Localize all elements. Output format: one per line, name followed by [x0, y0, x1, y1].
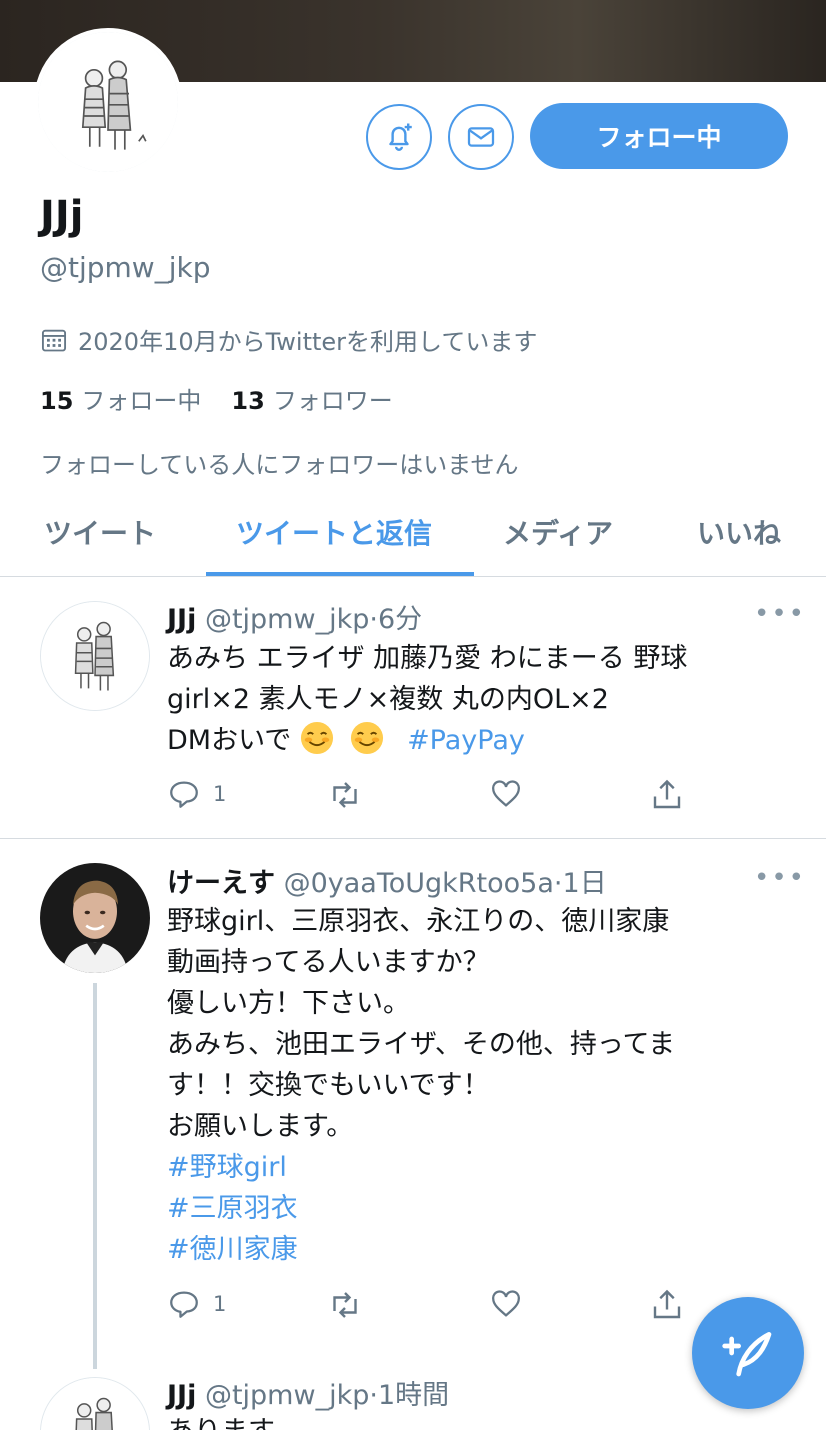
tweet-avatar[interactable] [40, 1377, 150, 1430]
reply-button[interactable]: 1 [167, 777, 226, 811]
tweet-author-handle[interactable]: @0yaaToUgkRtoo5a [284, 868, 554, 899]
compose-tweet-button[interactable] [692, 1297, 804, 1409]
share-icon [653, 1289, 681, 1319]
reply-button[interactable]: 1 [167, 1287, 226, 1321]
tweet-author-name[interactable]: JJj [167, 604, 196, 635]
profile-name: JJj [40, 193, 84, 239]
profile-handle: @tjpmw_jkp [40, 251, 211, 284]
heart-icon [492, 1290, 520, 1317]
tweet-line: 優しい方！下さい。 [167, 988, 410, 1019]
smiling-face-emoji-icon [351, 721, 384, 755]
hashtag-link[interactable]: #PayPay [407, 725, 525, 756]
calendar-icon [41, 329, 67, 351]
couple-illustration-icon [41, 1378, 149, 1430]
bell-plus-icon [389, 123, 412, 151]
retweet-button[interactable] [327, 777, 363, 813]
following-count[interactable]: 15 [40, 387, 73, 415]
retweet-icon [333, 782, 357, 808]
followers-label[interactable]: フォロワー [273, 381, 393, 416]
hashtag-link[interactable]: #徳川家康 [167, 1229, 787, 1270]
tweet-header: けーえす @0yaaToUgkRtoo5a·1日 [167, 861, 607, 900]
tab-tweets-and-replies[interactable]: ツイートと返信 [236, 512, 432, 552]
tab-tweets[interactable]: ツイート [44, 512, 156, 552]
active-tab-indicator [206, 572, 474, 576]
hashtag-link[interactable]: #三原羽衣 [167, 1188, 787, 1229]
more-options-icon[interactable]: ••• [754, 863, 806, 893]
tweet-avatar[interactable] [40, 601, 150, 711]
tweet-header: JJj @tjpmw_jkp·6分 [167, 597, 422, 636]
share-icon [653, 779, 681, 809]
envelope-icon [467, 127, 495, 147]
smiling-face-emoji-icon [300, 721, 333, 755]
mutual-followers-note: フォローしている人にフォロワーはいません [40, 451, 519, 479]
reply-count: 1 [213, 1292, 227, 1316]
tweet-author-name[interactable]: けーえす [167, 868, 275, 899]
profile-tabs: ツイート ツイートと返信 メディア いいね [0, 500, 826, 577]
tab-media[interactable]: メディア [503, 512, 613, 552]
reply-icon [170, 1291, 198, 1318]
follow-counts: 15 フォロー中 13 フォロワー [40, 381, 393, 416]
tweet-author-handle[interactable]: @tjpmw_jkp [205, 604, 369, 635]
thread-connector-line [93, 983, 97, 1369]
tweet-actions: 1 [167, 1287, 727, 1327]
share-button[interactable] [649, 777, 685, 813]
tweet-line: あみち、池田エライザ、その他、持ってま [167, 1029, 676, 1060]
user-photo-icon [40, 863, 150, 973]
joined-date-row: 2020年10月からTwitterを利用しています [40, 322, 537, 357]
tweet-actions: 1 [167, 777, 727, 817]
tweet-author-name[interactable]: JJj [167, 1380, 196, 1411]
tweet-line: DMおいで #PayPay [167, 720, 787, 761]
tab-likes[interactable]: いいね [697, 512, 781, 552]
tweet-text: あります [167, 1411, 787, 1430]
retweet-icon [333, 1292, 357, 1318]
joined-text: 2020年10月からTwitterを利用しています [78, 328, 538, 356]
tweet-line: 動画持ってる人いますか？ [167, 947, 490, 978]
tweet-text: あみち エライザ 加藤乃愛 わにまーる 野球 girl×2 素人モノ×複数 丸の… [167, 638, 787, 761]
hashtag-link[interactable]: #野球girl [167, 1147, 787, 1188]
couple-illustration-icon [38, 32, 178, 172]
message-button[interactable] [448, 104, 514, 170]
tweet-line: あみち エライザ 加藤乃愛 わにまーる 野球 [167, 643, 688, 674]
tweet-line: お願いします。 [167, 1111, 354, 1142]
following-button[interactable]: フォロー中 [530, 103, 788, 169]
following-label[interactable]: フォロー中 [81, 381, 201, 416]
followers-count[interactable]: 13 [231, 387, 264, 415]
tweet-line: す！！交換でもいいです！ [167, 1070, 490, 1101]
separator-dot: · [369, 604, 378, 635]
share-button[interactable] [649, 1287, 685, 1323]
tweet-header: JJj @tjpmw_jkp·1時間 [167, 1373, 449, 1412]
tweet-author-handle[interactable]: @tjpmw_jkp [205, 1380, 369, 1411]
notifications-button[interactable] [366, 104, 432, 170]
reply-count: 1 [213, 782, 227, 806]
tweet-line: 野球girl、三原羽衣、永江りの、徳川家康 [167, 906, 670, 937]
tweet-line-text: DMおいで [167, 725, 292, 756]
tweet-line: girl×2 素人モノ×複数 丸の内OL×2 [167, 684, 609, 715]
tweet-avatar[interactable] [40, 863, 150, 973]
separator-dot: · [553, 868, 563, 899]
like-button[interactable] [489, 777, 523, 811]
tweet-text: 野球girl、三原羽衣、永江りの、徳川家康 動画持ってる人いますか？ 優しい方！… [167, 901, 787, 1270]
compose-feather-icon [722, 1332, 772, 1377]
profile-avatar[interactable] [34, 28, 182, 176]
tweet-time[interactable]: 1時間 [378, 1380, 449, 1411]
more-options-icon[interactable]: ••• [754, 599, 806, 629]
heart-icon [492, 780, 520, 807]
tweet-time[interactable]: 1日 [563, 868, 607, 899]
like-button[interactable] [489, 1287, 523, 1321]
reply-icon [170, 781, 198, 808]
tweet-time[interactable]: 6分 [378, 604, 422, 635]
retweet-button[interactable] [327, 1287, 363, 1323]
separator-dot: · [369, 1380, 378, 1411]
tweet[interactable]: けーえす @0yaaToUgkRtoo5a·1日 ••• 野球girl、三原羽衣… [0, 839, 826, 1369]
couple-illustration-icon [41, 602, 149, 710]
tweet[interactable]: JJj @tjpmw_jkp·6分 ••• あみち エライザ 加藤乃愛 わにまー… [0, 577, 826, 839]
